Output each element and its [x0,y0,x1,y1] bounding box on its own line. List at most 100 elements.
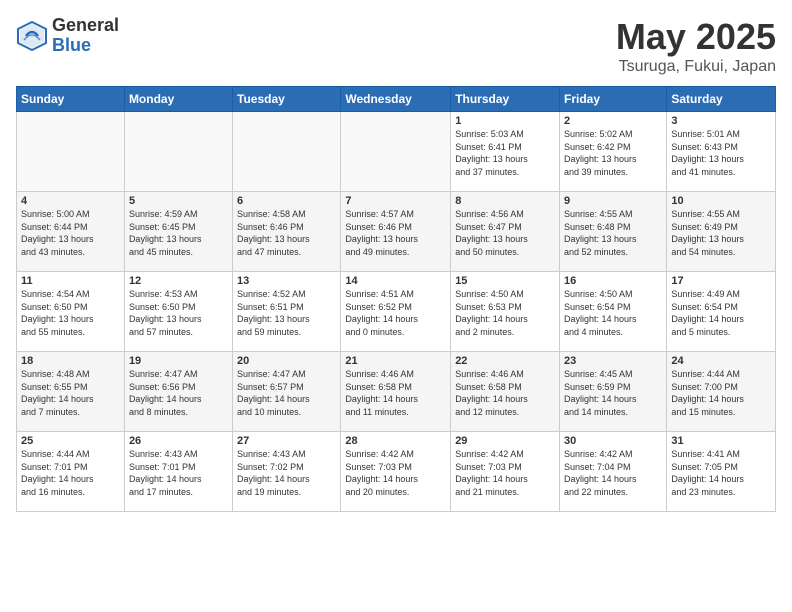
day-number: 13 [237,275,336,287]
day-info: Sunrise: 4:42 AM Sunset: 7:04 PM Dayligh… [564,448,662,498]
day-info: Sunrise: 4:58 AM Sunset: 6:46 PM Dayligh… [237,208,336,258]
day-of-week-header: Wednesday [341,87,451,112]
month-title: May 2025 [616,16,776,58]
day-info: Sunrise: 4:42 AM Sunset: 7:03 PM Dayligh… [455,448,555,498]
day-info: Sunrise: 4:46 AM Sunset: 6:58 PM Dayligh… [455,368,555,418]
calendar-cell: 13Sunrise: 4:52 AM Sunset: 6:51 PM Dayli… [233,272,341,352]
calendar-cell: 2Sunrise: 5:02 AM Sunset: 6:42 PM Daylig… [560,112,667,192]
title-block: May 2025 Tsuruga, Fukui, Japan [616,16,776,76]
calendar-cell: 5Sunrise: 4:59 AM Sunset: 6:45 PM Daylig… [124,192,232,272]
day-number: 22 [455,355,555,367]
day-info: Sunrise: 4:44 AM Sunset: 7:01 PM Dayligh… [21,448,120,498]
calendar-week-row: 25Sunrise: 4:44 AM Sunset: 7:01 PM Dayli… [17,432,776,512]
day-info: Sunrise: 4:51 AM Sunset: 6:52 PM Dayligh… [345,288,446,338]
day-info: Sunrise: 4:45 AM Sunset: 6:59 PM Dayligh… [564,368,662,418]
day-info: Sunrise: 4:46 AM Sunset: 6:58 PM Dayligh… [345,368,446,418]
calendar-cell: 18Sunrise: 4:48 AM Sunset: 6:55 PM Dayli… [17,352,125,432]
day-info: Sunrise: 4:48 AM Sunset: 6:55 PM Dayligh… [21,368,120,418]
day-number: 19 [129,355,228,367]
day-number: 18 [21,355,120,367]
day-of-week-header: Saturday [667,87,776,112]
calendar-cell: 26Sunrise: 4:43 AM Sunset: 7:01 PM Dayli… [124,432,232,512]
day-info: Sunrise: 5:00 AM Sunset: 6:44 PM Dayligh… [21,208,120,258]
day-number: 8 [455,195,555,207]
day-number: 10 [671,195,771,207]
calendar-cell: 6Sunrise: 4:58 AM Sunset: 6:46 PM Daylig… [233,192,341,272]
calendar-cell: 31Sunrise: 4:41 AM Sunset: 7:05 PM Dayli… [667,432,776,512]
logo-blue-text: Blue [52,36,119,56]
day-info: Sunrise: 4:54 AM Sunset: 6:50 PM Dayligh… [21,288,120,338]
calendar: SundayMondayTuesdayWednesdayThursdayFrid… [16,86,776,512]
day-of-week-header: Thursday [451,87,560,112]
day-number: 6 [237,195,336,207]
logo-icon [16,20,48,52]
calendar-cell: 20Sunrise: 4:47 AM Sunset: 6:57 PM Dayli… [233,352,341,432]
day-number: 25 [21,435,120,447]
day-info: Sunrise: 4:52 AM Sunset: 6:51 PM Dayligh… [237,288,336,338]
calendar-week-row: 18Sunrise: 4:48 AM Sunset: 6:55 PM Dayli… [17,352,776,432]
day-number: 12 [129,275,228,287]
day-info: Sunrise: 4:43 AM Sunset: 7:02 PM Dayligh… [237,448,336,498]
day-of-week-header: Friday [560,87,667,112]
day-number: 29 [455,435,555,447]
location: Tsuruga, Fukui, Japan [616,58,776,76]
day-info: Sunrise: 4:59 AM Sunset: 6:45 PM Dayligh… [129,208,228,258]
day-number: 23 [564,355,662,367]
day-info: Sunrise: 4:47 AM Sunset: 6:57 PM Dayligh… [237,368,336,418]
calendar-cell: 22Sunrise: 4:46 AM Sunset: 6:58 PM Dayli… [451,352,560,432]
day-info: Sunrise: 4:50 AM Sunset: 6:54 PM Dayligh… [564,288,662,338]
calendar-cell: 15Sunrise: 4:50 AM Sunset: 6:53 PM Dayli… [451,272,560,352]
logo-text: General Blue [52,16,119,56]
calendar-cell: 7Sunrise: 4:57 AM Sunset: 6:46 PM Daylig… [341,192,451,272]
day-number: 27 [237,435,336,447]
day-number: 5 [129,195,228,207]
calendar-cell: 9Sunrise: 4:55 AM Sunset: 6:48 PM Daylig… [560,192,667,272]
day-number: 9 [564,195,662,207]
day-number: 16 [564,275,662,287]
logo-general-text: General [52,16,119,36]
calendar-cell: 11Sunrise: 4:54 AM Sunset: 6:50 PM Dayli… [17,272,125,352]
calendar-cell: 30Sunrise: 4:42 AM Sunset: 7:04 PM Dayli… [560,432,667,512]
calendar-cell: 28Sunrise: 4:42 AM Sunset: 7:03 PM Dayli… [341,432,451,512]
day-info: Sunrise: 5:01 AM Sunset: 6:43 PM Dayligh… [671,128,771,178]
calendar-cell: 25Sunrise: 4:44 AM Sunset: 7:01 PM Dayli… [17,432,125,512]
day-number: 14 [345,275,446,287]
day-of-week-header: Monday [124,87,232,112]
calendar-cell: 19Sunrise: 4:47 AM Sunset: 6:56 PM Dayli… [124,352,232,432]
day-number: 3 [671,115,771,127]
day-of-week-header: Tuesday [233,87,341,112]
calendar-cell: 14Sunrise: 4:51 AM Sunset: 6:52 PM Dayli… [341,272,451,352]
day-number: 26 [129,435,228,447]
day-info: Sunrise: 4:49 AM Sunset: 6:54 PM Dayligh… [671,288,771,338]
day-info: Sunrise: 4:55 AM Sunset: 6:48 PM Dayligh… [564,208,662,258]
calendar-cell: 8Sunrise: 4:56 AM Sunset: 6:47 PM Daylig… [451,192,560,272]
day-number: 4 [21,195,120,207]
page: General Blue May 2025 Tsuruga, Fukui, Ja… [0,0,792,612]
day-info: Sunrise: 4:55 AM Sunset: 6:49 PM Dayligh… [671,208,771,258]
day-info: Sunrise: 4:42 AM Sunset: 7:03 PM Dayligh… [345,448,446,498]
calendar-header-row: SundayMondayTuesdayWednesdayThursdayFrid… [17,87,776,112]
day-number: 17 [671,275,771,287]
calendar-cell: 29Sunrise: 4:42 AM Sunset: 7:03 PM Dayli… [451,432,560,512]
day-info: Sunrise: 5:02 AM Sunset: 6:42 PM Dayligh… [564,128,662,178]
day-info: Sunrise: 4:50 AM Sunset: 6:53 PM Dayligh… [455,288,555,338]
calendar-cell [233,112,341,192]
calendar-week-row: 1Sunrise: 5:03 AM Sunset: 6:41 PM Daylig… [17,112,776,192]
day-number: 20 [237,355,336,367]
calendar-cell [341,112,451,192]
calendar-week-row: 11Sunrise: 4:54 AM Sunset: 6:50 PM Dayli… [17,272,776,352]
calendar-cell: 12Sunrise: 4:53 AM Sunset: 6:50 PM Dayli… [124,272,232,352]
day-info: Sunrise: 4:43 AM Sunset: 7:01 PM Dayligh… [129,448,228,498]
day-info: Sunrise: 4:53 AM Sunset: 6:50 PM Dayligh… [129,288,228,338]
day-number: 11 [21,275,120,287]
header: General Blue May 2025 Tsuruga, Fukui, Ja… [16,16,776,76]
day-number: 24 [671,355,771,367]
calendar-cell: 27Sunrise: 4:43 AM Sunset: 7:02 PM Dayli… [233,432,341,512]
day-number: 31 [671,435,771,447]
calendar-cell: 24Sunrise: 4:44 AM Sunset: 7:00 PM Dayli… [667,352,776,432]
day-info: Sunrise: 4:56 AM Sunset: 6:47 PM Dayligh… [455,208,555,258]
day-number: 2 [564,115,662,127]
calendar-cell: 3Sunrise: 5:01 AM Sunset: 6:43 PM Daylig… [667,112,776,192]
calendar-cell [124,112,232,192]
day-number: 15 [455,275,555,287]
